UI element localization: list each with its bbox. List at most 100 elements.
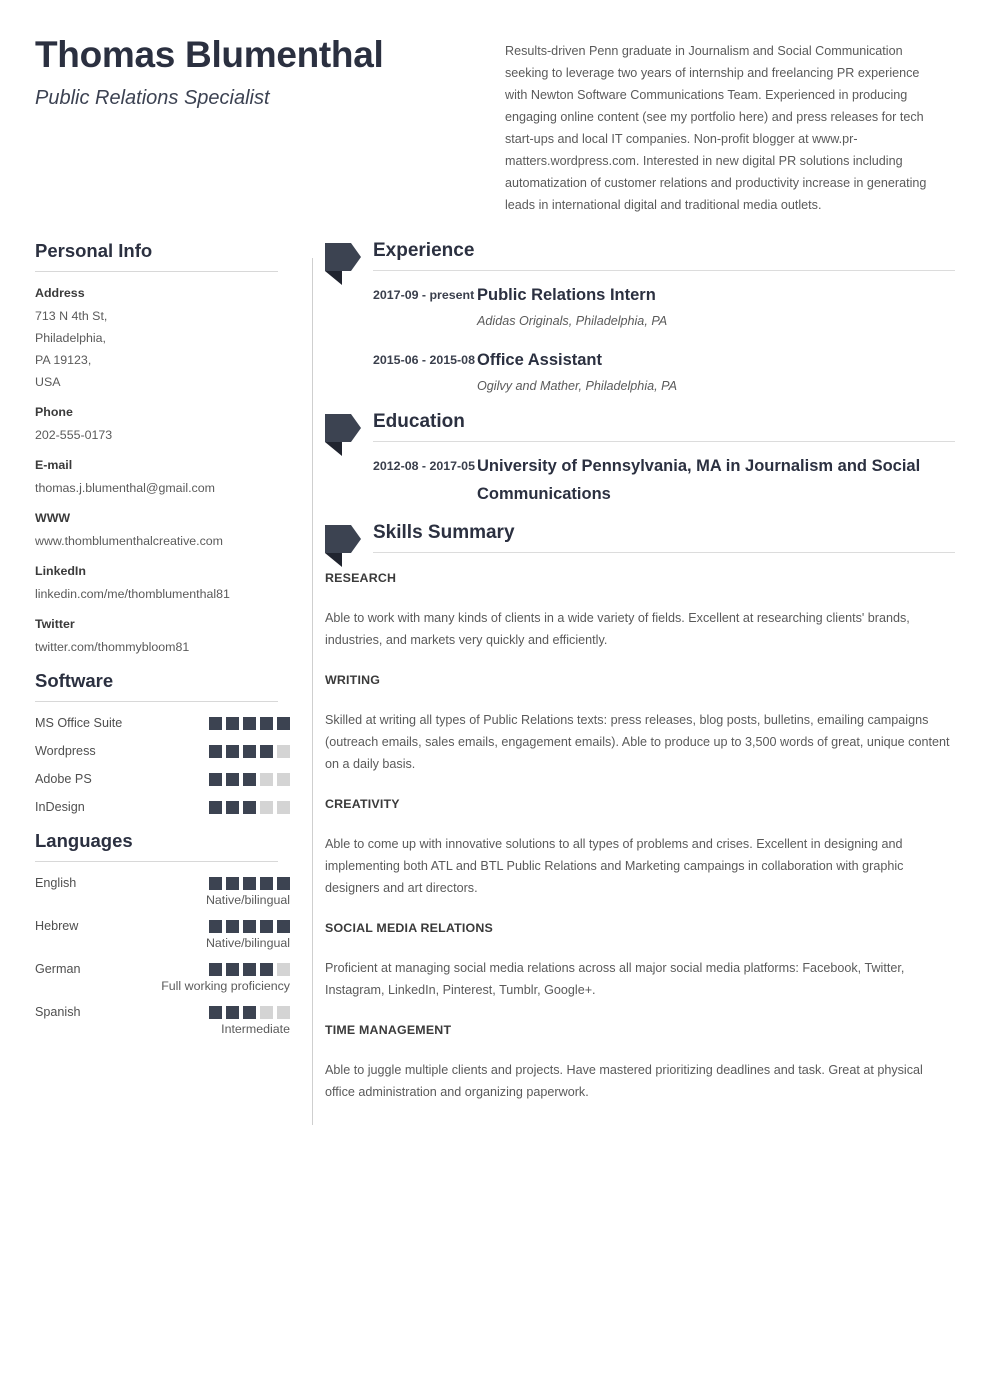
- entry-main: Public Relations Intern Adidas Originals,…: [477, 281, 955, 332]
- timeline-line: [312, 258, 313, 1125]
- languages-heading: Languages: [35, 830, 133, 851]
- rating-square-empty: [260, 1005, 273, 1019]
- rating-square-filled: [209, 716, 222, 730]
- rating-square-filled: [209, 1005, 222, 1019]
- education-entries: 2012-08 - 2017-05 University of Pennsylva…: [320, 452, 955, 508]
- language-level: Native/bilingual: [205, 936, 290, 950]
- software-list: MS Office Suite Wordpress Adobe PS InDesign: [35, 716, 290, 814]
- flag-marker-icon: [325, 525, 361, 567]
- rating-square-filled: [243, 876, 256, 890]
- section-skills-summary: Skills Summary RESEARCH Able to work with…: [320, 522, 955, 1103]
- resume-header: Thomas Blumenthal Public Relations Speci…: [0, 0, 990, 216]
- entry-date: 2015-06 - 2015-08: [373, 353, 475, 367]
- rating-square-filled: [209, 800, 222, 814]
- rating-square-filled: [209, 772, 222, 786]
- timeline-entry: 2015-06 - 2015-08 Office Assistant Ogilvy …: [320, 346, 955, 397]
- rating-squares: [209, 962, 290, 976]
- divider: [373, 552, 955, 553]
- skill-summary-title: TIME MANAGEMENT: [325, 1023, 452, 1037]
- rating-square-filled: [260, 876, 273, 890]
- skill-summary-title: CREATIVITY: [325, 797, 400, 811]
- info-block: E-mail thomas.j.blumenthal@gmail.com: [35, 458, 290, 499]
- entry-subtitle: Ogilvy and Mather, Philadelphia, PA: [477, 379, 677, 393]
- rating-square-filled: [226, 772, 239, 786]
- skill-summary-block: CREATIVITY Able to come up with innovativ…: [320, 797, 955, 899]
- rating-squares: [209, 876, 290, 890]
- resume-body: Personal Info Address 713 N 4th St, Philad…: [0, 240, 990, 1125]
- rating-square-empty: [260, 800, 273, 814]
- candidate-name: Thomas Blumenthal: [35, 34, 384, 75]
- software-row: Wordpress: [35, 744, 290, 758]
- rating-square-filled: [277, 716, 290, 730]
- info-block: Phone 202-555-0173: [35, 405, 290, 446]
- language-row: Hebrew Native/bilingual: [35, 919, 290, 950]
- rating-square-filled: [209, 876, 222, 890]
- info-value: www.thomblumenthalcreative.com: [35, 534, 224, 548]
- entry-date: 2017-09 - present: [373, 288, 475, 302]
- timeline-entry: 2012-08 - 2017-05 University of Pennsylva…: [320, 452, 955, 508]
- rating-square-filled: [260, 962, 273, 976]
- rating-square-filled: [243, 919, 256, 933]
- info-value: 713 N 4th St, Philadelphia, PA 19123, USA: [35, 309, 108, 389]
- entry-title: University of Pennsylvania, MA in Journa…: [477, 457, 921, 503]
- skill-summary-block: TIME MANAGEMENT Able to juggle multiple c…: [320, 1023, 955, 1103]
- rating-square-empty: [277, 962, 290, 976]
- rating-square-empty: [277, 772, 290, 786]
- entry-main: University of Pennsylvania, MA in Journa…: [477, 452, 955, 508]
- skills-summary-heading: Skills Summary: [373, 522, 515, 543]
- rating-square-filled: [226, 919, 239, 933]
- languages-list: English Native/bilingual Hebrew Native/bili…: [35, 876, 290, 1036]
- divider: [373, 270, 955, 271]
- experience-entries: 2017-09 - present Public Relations Intern…: [320, 281, 955, 397]
- rating-square-filled: [209, 744, 222, 758]
- professional-summary: Results-driven Penn graduate in Journali…: [505, 44, 927, 212]
- software-heading: Software: [35, 670, 114, 691]
- skill-summary-block: RESEARCH Able to work with many kinds of …: [320, 571, 955, 651]
- rating-square-filled: [243, 744, 256, 758]
- info-label: LinkedIn: [35, 564, 86, 578]
- rating-squares: [209, 1005, 290, 1019]
- experience-heading-wrap: Experience: [320, 240, 955, 285]
- rating-square-filled: [243, 800, 256, 814]
- rating-squares: [209, 800, 290, 814]
- rating-square-filled: [243, 1005, 256, 1019]
- divider: [35, 271, 278, 272]
- timeline-entry: 2017-09 - present Public Relations Intern…: [320, 281, 955, 332]
- rating-square-filled: [226, 1005, 239, 1019]
- rating-squares: [209, 744, 290, 758]
- header-identity: Thomas Blumenthal Public Relations Speci…: [35, 30, 505, 216]
- info-value: thomas.j.blumenthal@gmail.com: [35, 481, 215, 495]
- rating-square-filled: [226, 800, 239, 814]
- rating-square-filled: [277, 919, 290, 933]
- rating-squares: [209, 772, 290, 786]
- section-personal-info: Personal Info Address 713 N 4th St, Philad…: [35, 240, 290, 658]
- language-row-top: Hebrew: [35, 919, 290, 933]
- software-name: Adobe PS: [35, 772, 92, 786]
- section-education: Education 2012-08 - 2017-05 University of…: [320, 411, 955, 508]
- rating-square-empty: [277, 744, 290, 758]
- info-label: Phone: [35, 405, 73, 419]
- software-row: InDesign: [35, 800, 290, 814]
- language-level: Intermediate: [221, 1022, 290, 1036]
- skill-summary-text: Able to work with many kinds of clients …: [325, 611, 910, 647]
- sidebar: Personal Info Address 713 N 4th St, Philad…: [35, 240, 290, 1125]
- language-row-top: Spanish: [35, 1005, 290, 1019]
- skill-blocks: RESEARCH Able to work with many kinds of …: [320, 571, 955, 1103]
- personal-info-heading: Personal Info: [35, 240, 153, 261]
- language-row-top: English: [35, 876, 290, 890]
- experience-heading: Experience: [373, 240, 475, 261]
- software-row: Adobe PS: [35, 772, 290, 786]
- info-block: LinkedIn linkedin.com/me/thomblumenthal81: [35, 564, 290, 605]
- section-experience: Experience 2017-09 - present Public Relat…: [320, 240, 955, 397]
- education-heading: Education: [373, 411, 465, 432]
- rating-square-empty: [260, 772, 273, 786]
- personal-info-fields: Address 713 N 4th St, Philadelphia, PA 1912…: [35, 286, 290, 658]
- info-value: twitter.com/thommybloom81: [35, 640, 190, 654]
- language-row: Spanish Intermediate: [35, 1005, 290, 1036]
- skill-summary-title: SOCIAL MEDIA RELATIONS: [325, 921, 494, 935]
- info-block: WWW www.thomblumenthalcreative.com: [35, 511, 290, 552]
- software-row: MS Office Suite: [35, 716, 290, 730]
- language-name: German: [35, 962, 81, 976]
- skill-summary-text: Proficient at managing social media rela…: [325, 961, 905, 997]
- skill-summary-text: Able to come up with innovative solution…: [325, 837, 904, 895]
